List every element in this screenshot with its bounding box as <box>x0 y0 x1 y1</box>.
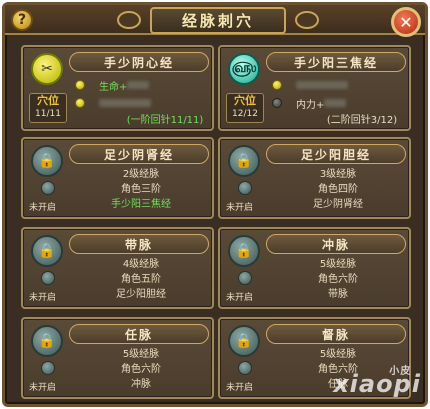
panel-header: ? 经脉刺穴 ✕ <box>5 5 425 37</box>
requirement-line: 角色五阶 <box>121 274 161 285</box>
close-button[interactable]: ✕ <box>391 7 421 37</box>
requirement-list: 2级经脉 角色三阶 手少阳三焦经 <box>71 167 211 212</box>
stat-row: 内力+ <box>272 95 347 111</box>
meridian-name: 足少阴肾经 <box>69 144 209 164</box>
site-watermark: xiaopi 小皮 <box>333 366 421 398</box>
requirement-line: 角色六阶 <box>121 364 161 375</box>
meridian-name: 任脉 <box>69 324 209 344</box>
meridian-card-zushaoyang[interactable]: 🔒 足少阳胆经 3级经脉 角色四阶 足少阴肾经 未开启 <box>218 137 411 219</box>
requirement-line: 5级经脉 <box>122 349 160 360</box>
acupoint-value: 12/12 <box>232 109 258 119</box>
requirement-line: 角色三阶 <box>121 184 161 195</box>
requirement-list: 3级经脉 角色四阶 足少阴肾经 <box>268 167 408 212</box>
status-badge: 未开启 <box>29 383 57 393</box>
stat-row: 生命+ <box>75 77 150 93</box>
lock-orb-icon: 🔒 <box>31 145 63 177</box>
lock-orb-icon: 🔒 <box>31 325 63 357</box>
meridian-card-renmai[interactable]: 🔒 任脉 5级经脉 角色六阶 冲脉 未开启 <box>21 317 214 399</box>
needle-orb-icon: ✂ <box>31 53 63 85</box>
redacted-value <box>296 81 348 89</box>
requirement-list: 4级经脉 角色五阶 足少阳胆经 <box>71 257 211 302</box>
status-badge: 未开启 <box>226 383 254 393</box>
yin-yang-icon <box>41 271 55 285</box>
requirement-line: 5级经脉 <box>319 259 357 270</box>
stat-dot-icon <box>75 80 85 90</box>
requirement-line: 足少阴肾经 <box>313 199 363 210</box>
stage-progress: (一阶回针11/11) <box>126 115 204 126</box>
redacted-value <box>324 99 347 107</box>
meridian-card-zushaoyin[interactable]: 🔒 足少阴肾经 2级经脉 角色三阶 手少阳三焦经 未开启 <box>21 137 214 219</box>
stage-progress: (二阶回针3/12) <box>326 115 398 126</box>
acupoint-label: 穴位 <box>234 94 256 107</box>
requirement-line: 4级经脉 <box>122 259 160 270</box>
requirement-line: 5级经脉 <box>319 349 357 360</box>
yin-yang-icon <box>238 181 252 195</box>
requirement-list: 5级经脉 角色六阶 冲脉 <box>71 347 211 392</box>
lock-orb-icon: 🔒 <box>228 325 260 357</box>
stat-row <box>75 95 151 111</box>
meridian-card-shoushaoyin[interactable]: ✂ 手少阴心经 穴位 11/11 生命+ (一阶回针11/11) <box>21 45 214 131</box>
lock-orb-icon: 🔒 <box>228 145 260 177</box>
yin-yang-icon <box>238 361 252 375</box>
status-badge: 未开启 <box>29 293 57 303</box>
stat-text: 内力+ <box>296 99 325 111</box>
stat-dot-icon <box>272 98 282 108</box>
stat-dot-icon <box>75 98 85 108</box>
acupoint-level: 穴位 11/11 <box>29 93 67 123</box>
stat-row <box>272 77 348 93</box>
meridian-name: 带脉 <box>69 234 209 254</box>
meridian-card-daimai[interactable]: 🔒 带脉 4级经脉 角色五阶 足少阳胆经 未开启 <box>21 227 214 309</box>
status-badge: 未开启 <box>226 293 254 303</box>
meridian-card-shoushaoyang[interactable]: ௵ 手少阳三焦经 穴位 12/12 内力+ (二阶回针3/12) <box>218 45 411 131</box>
meridian-name: 足少阳胆经 <box>266 144 406 164</box>
redacted-value <box>127 81 150 89</box>
requirement-line: 带脉 <box>328 289 348 300</box>
stat-text: 生命+ <box>99 81 128 93</box>
status-badge: 未开启 <box>29 203 57 213</box>
meridian-name: 手少阳三焦经 <box>266 52 406 72</box>
requirement-list: 5级经脉 角色六阶 带脉 <box>268 257 408 302</box>
requirement-line: 角色六阶 <box>318 274 358 285</box>
watermark-sub: 小皮 <box>389 366 412 377</box>
acupoint-level: 穴位 12/12 <box>226 93 264 123</box>
meridian-panel: ? 经脉刺穴 ✕ ✂ 手少阴心经 穴位 11/11 生命+ (一阶回针11/11… <box>2 2 428 407</box>
acupoint-value: 11/11 <box>35 109 61 119</box>
status-badge: 未开启 <box>226 203 254 213</box>
ornament-icon <box>117 11 141 29</box>
requirement-line: 足少阳胆经 <box>116 289 166 300</box>
requirement-line: 2级经脉 <box>122 169 160 180</box>
acupoint-label: 穴位 <box>37 94 59 107</box>
lock-orb-icon: 🔒 <box>31 235 63 267</box>
meridian-name: 冲脉 <box>266 234 406 254</box>
requirement-line: 3级经脉 <box>319 169 357 180</box>
meridian-card-chongmai[interactable]: 🔒 冲脉 5级经脉 角色六阶 带脉 未开启 <box>218 227 411 309</box>
meridian-name: 督脉 <box>266 324 406 344</box>
spiral-orb-icon: ௵ <box>228 53 260 85</box>
lock-orb-icon: 🔒 <box>228 235 260 267</box>
meridian-name: 手少阴心经 <box>69 52 209 72</box>
title-plaque: 经脉刺穴 <box>150 7 286 34</box>
ornament-icon <box>295 11 319 29</box>
help-button[interactable]: ? <box>11 9 33 31</box>
requirement-line: 角色四阶 <box>318 184 358 195</box>
redacted-value <box>99 99 151 107</box>
page-title: 经脉刺穴 <box>181 12 254 30</box>
yin-yang-icon <box>238 271 252 285</box>
yin-yang-icon <box>41 361 55 375</box>
stat-dot-icon <box>272 80 282 90</box>
requirement-line: 手少阳三焦经 <box>111 199 171 210</box>
yin-yang-icon <box>41 181 55 195</box>
requirement-line: 冲脉 <box>131 379 151 390</box>
